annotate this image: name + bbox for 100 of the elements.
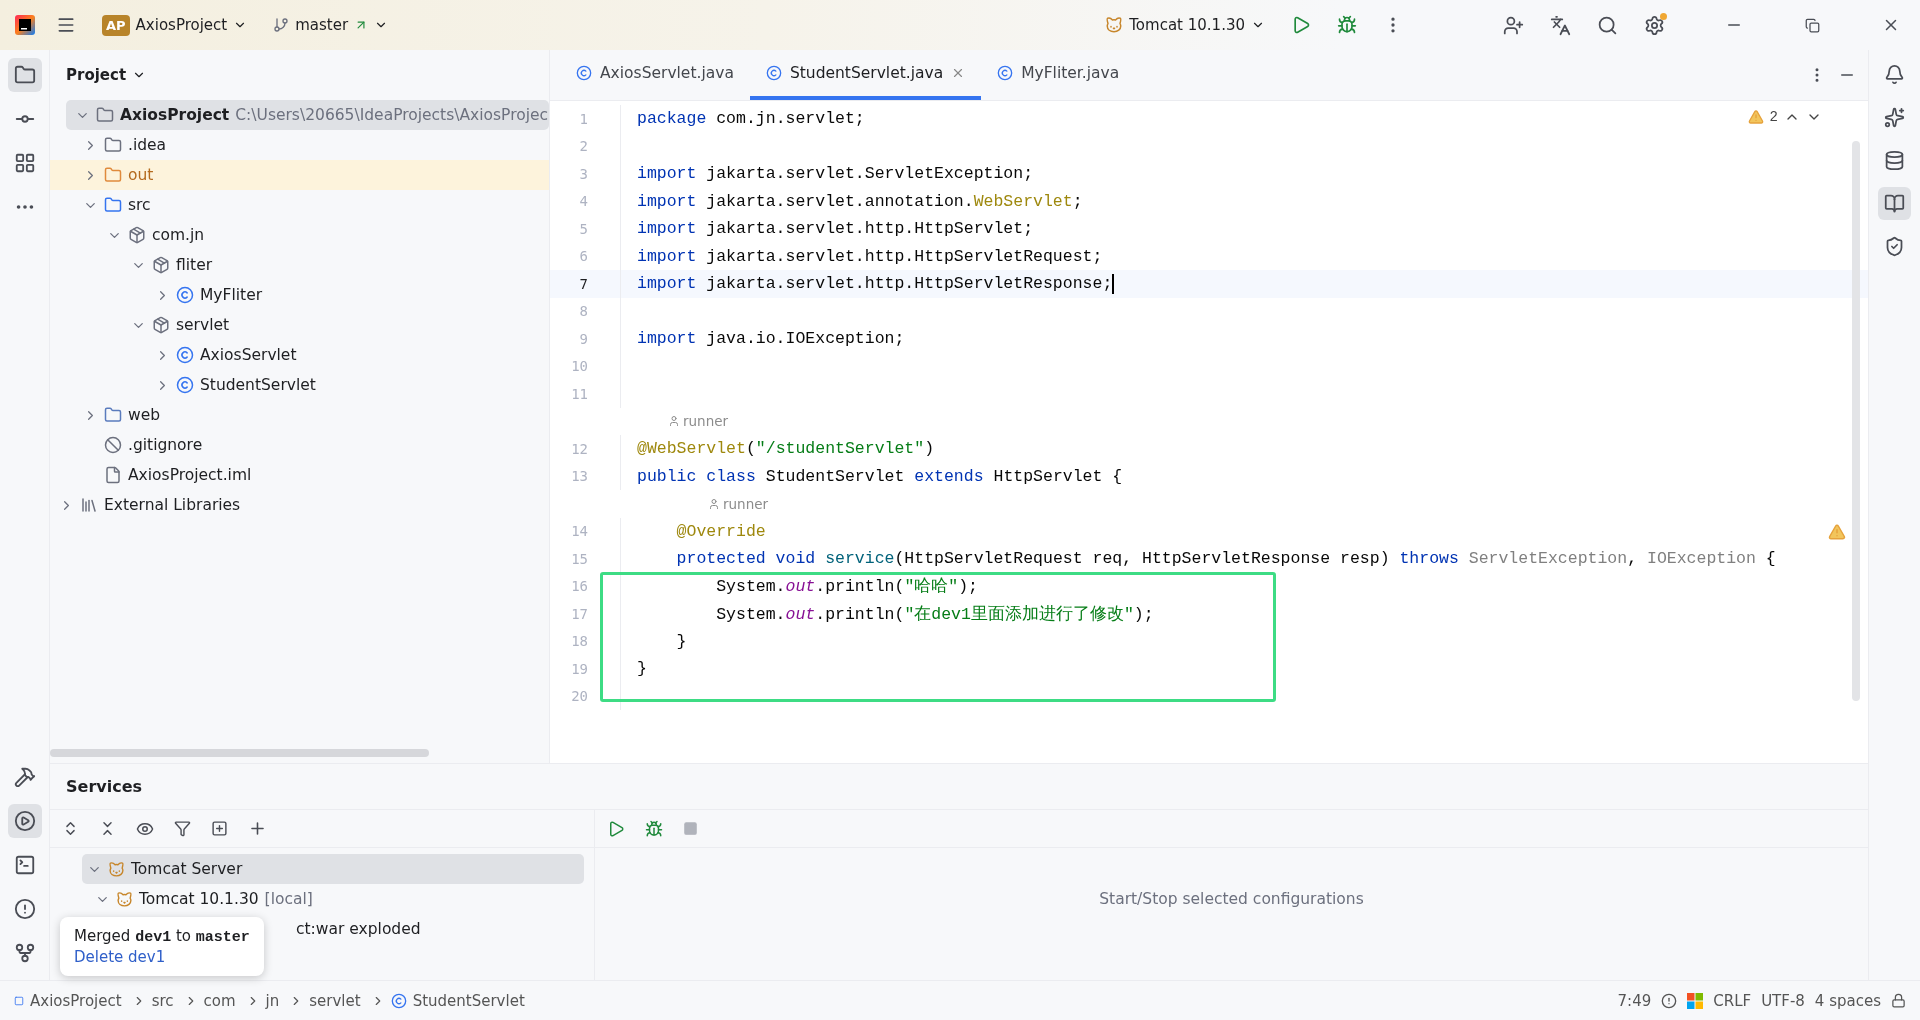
panel-title[interactable]: Project	[66, 66, 127, 84]
file-encoding[interactable]: UTF-8	[1761, 991, 1805, 1010]
empty-hint: Start/Stop selected configurations	[1099, 890, 1364, 908]
class-icon	[765, 65, 782, 81]
line-number: 1	[578, 110, 589, 127]
code-line: import jakarta.servlet.http.HttpServlet;	[637, 219, 1034, 239]
tree-item[interactable]: StudentServlet	[50, 370, 549, 400]
indent-setting[interactable]: 4 spaces	[1814, 991, 1881, 1010]
tree-item-label: .gitignore	[128, 436, 203, 454]
cat-icon	[108, 860, 125, 878]
folder-icon	[104, 406, 122, 424]
tree-item[interactable]: web	[50, 400, 549, 430]
code-line: import java.io.IOException;	[637, 329, 905, 349]
warning-icon	[1828, 523, 1846, 541]
code-line: @WebServlet("/studentServlet")	[637, 439, 935, 459]
tree-item[interactable]: AxiosProject C:\Users\20665\IdeaProjects\AxiosProjec	[66, 100, 549, 130]
class-icon	[176, 286, 194, 304]
lock-icon[interactable]	[1891, 993, 1906, 1008]
service-item[interactable]: Tomcat 10.1.30 [local]	[66, 884, 584, 914]
project-path: C:\Users\20665\IdeaProjects\AxiosProjec	[235, 106, 549, 124]
caret-position[interactable]: 7:49	[1617, 991, 1652, 1010]
tree-item-label: src	[128, 196, 151, 214]
line-number: 20	[570, 688, 589, 705]
branch-switcher[interactable]: master	[267, 12, 395, 38]
windows-icon[interactable]	[1687, 992, 1704, 1009]
line-number: 3	[578, 165, 589, 182]
editor-tab[interactable]: MyFliter.java	[981, 50, 1136, 100]
tree-item-label: .idea	[128, 136, 167, 154]
tree-item-label: MyFliter	[200, 286, 263, 304]
code-line: }	[637, 659, 647, 679]
breadcrumb[interactable]: StudentServlet	[412, 991, 525, 1010]
scrollbar[interactable]	[50, 749, 429, 757]
tree-item[interactable]: .gitignore	[50, 430, 549, 460]
class-icon	[176, 376, 194, 394]
editor-tab[interactable]: AxiosServlet.java	[560, 50, 750, 100]
tree-item[interactable]: AxiosServlet	[50, 340, 549, 370]
book-icon[interactable]	[1878, 187, 1911, 220]
service-suffix: [local]	[264, 890, 313, 908]
tree-item-label: AxiosServlet	[200, 346, 297, 364]
breadcrumb[interactable]: servlet	[309, 991, 361, 1010]
tree-item-label: AxiosProject.iml	[128, 466, 252, 484]
package-icon	[152, 256, 170, 274]
class-icon	[176, 346, 194, 364]
line-separator[interactable]: CRLF	[1713, 991, 1752, 1010]
code-line: protected void service(HttpServletRequest req, HttpServletResponse resp) throws ServletException, IOException {	[675, 549, 1776, 569]
tree-item[interactable]: com.jn	[50, 220, 549, 250]
line-number: 15	[570, 550, 589, 567]
cat-icon	[116, 890, 133, 908]
service-label: Tomcat 10.1.30	[139, 890, 259, 908]
text-caret	[1112, 273, 1115, 294]
tree-item[interactable]: MyFliter	[50, 280, 549, 310]
tree-item[interactable]: .idea	[50, 130, 549, 160]
package-icon	[128, 226, 146, 244]
breadcrumb[interactable]: src	[151, 991, 174, 1010]
code-line: System.out.println("在dev1里面添加进行了修改");	[715, 603, 1154, 625]
tree-item[interactable]: AxiosProject.iml	[50, 460, 549, 490]
cat-icon	[1105, 16, 1124, 34]
code-line: import jakarta.servlet.annotation.WebServlet;	[637, 191, 1083, 211]
line-number: 12	[570, 440, 589, 457]
delete-branch-link[interactable]: Delete dev1	[74, 948, 250, 966]
tree-item[interactable]: fliter	[50, 250, 549, 280]
code-line: }	[675, 631, 687, 651]
author-hint[interactable]: runner	[723, 495, 769, 512]
ignore-file-icon	[104, 436, 122, 454]
line-number: 5	[578, 220, 589, 237]
project-folder-icon	[96, 106, 114, 124]
line-number: 8	[578, 303, 589, 320]
app-logo-icon[interactable]	[14, 14, 36, 36]
line-number: 18	[570, 633, 589, 650]
breadcrumb[interactable]: jn	[265, 991, 280, 1010]
tree-item[interactable]: out	[50, 160, 549, 190]
folder-icon[interactable]	[7, 58, 42, 92]
circle-icon[interactable]	[1661, 992, 1678, 1009]
services-icon[interactable]	[7, 804, 42, 838]
user-icon	[668, 415, 680, 428]
breadcrumb[interactable]: com	[203, 991, 236, 1010]
line-number: 6	[578, 248, 589, 265]
tree-item-label: AxiosProject	[120, 106, 230, 124]
tree-item[interactable]: External Libraries	[50, 490, 549, 520]
warning-count[interactable]: 2	[1769, 109, 1778, 125]
tree-item-label: External Libraries	[104, 496, 241, 514]
library-icon	[80, 496, 98, 514]
line-number: 16	[570, 578, 589, 595]
tree-item[interactable]: servlet	[50, 310, 549, 340]
tree-item-label: fliter	[176, 256, 213, 274]
code-line: import jakarta.servlet.http.HttpServletRequest;	[637, 246, 1103, 266]
line-number: 19	[570, 660, 589, 677]
project-switcher[interactable]: AP AxiosProject	[96, 10, 254, 40]
code-line: System.out.println("哈哈");	[715, 576, 978, 598]
run-configuration[interactable]: Tomcat 10.1.30	[1099, 12, 1271, 38]
panel-title: Services	[66, 777, 143, 796]
code-line: import jakarta.servlet.ServletException;	[637, 164, 1034, 184]
file-icon	[104, 466, 122, 484]
scrollbar[interactable]	[1852, 141, 1860, 701]
breadcrumb[interactable]: AxiosProject	[30, 991, 122, 1010]
tree-item[interactable]: src	[50, 190, 549, 220]
tree-item-label: servlet	[176, 316, 230, 334]
author-hint[interactable]: runner	[683, 413, 729, 430]
service-item[interactable]: Tomcat Server	[82, 854, 584, 884]
folder-icon	[104, 196, 122, 214]
